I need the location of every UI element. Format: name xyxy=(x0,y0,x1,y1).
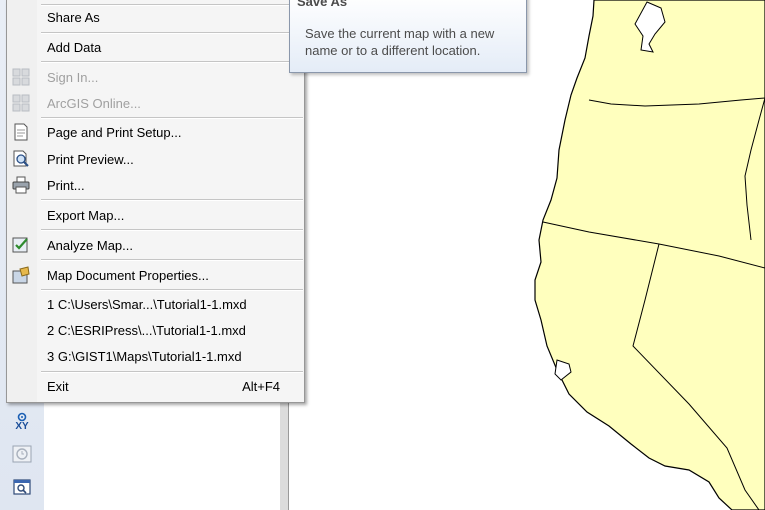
menu-item-label: Share As xyxy=(47,9,100,25)
menu-separator xyxy=(41,371,303,373)
menu-item-label: 2 C:\ESRIPress\...\Tutorial1-1.mxd xyxy=(47,322,246,338)
menu-item-label: Map Document Properties... xyxy=(47,267,209,283)
go-to-xy-button[interactable]: XY xyxy=(10,410,34,434)
tooltip-title: Save As xyxy=(297,0,348,9)
west-coast-map xyxy=(534,0,765,510)
menu-item-label: Page and Print Setup... xyxy=(47,124,182,140)
menu-item-page-print-setup[interactable]: Page and Print Setup... xyxy=(7,120,304,144)
print-preview-icon xyxy=(11,149,31,169)
grid-icon xyxy=(11,67,31,87)
menu-item-export-map[interactable]: Export Map... xyxy=(7,203,304,227)
page-setup-icon xyxy=(11,122,31,142)
printer-icon xyxy=(11,175,31,195)
zoom-window-button[interactable] xyxy=(10,476,34,500)
menu-item-label: 3 G:\GIST1\Maps\Tutorial1-1.mxd xyxy=(47,348,242,364)
time-slider-button[interactable] xyxy=(10,442,34,466)
menu-item-analyze-map[interactable]: Analyze Map... xyxy=(7,233,304,257)
menu-item-label: Print Preview... xyxy=(47,151,134,167)
menu-item-recent-file-2[interactable]: 2 C:\ESRIPress\...\Tutorial1-1.mxd xyxy=(7,318,304,342)
menu-item-add-data[interactable]: Add Data xyxy=(7,35,304,59)
menu-item-label: Add Data xyxy=(47,39,102,55)
menu-item-map-document-properties[interactable]: Map Document Properties... xyxy=(7,263,304,287)
tooltip-body: Save the current map with a new name or … xyxy=(305,26,495,58)
menu-item-label: Export Map... xyxy=(47,207,125,223)
menu-item-label: Print... xyxy=(47,177,85,193)
menu-separator xyxy=(41,229,303,231)
menu-item-share-as[interactable]: Share As xyxy=(7,5,304,29)
menu-separator xyxy=(41,61,303,63)
menu-separator xyxy=(41,199,303,201)
menu-separator xyxy=(41,117,303,119)
menu-item-recent-file-1[interactable]: 1 C:\Users\Smar...\Tutorial1-1.mxd xyxy=(7,292,304,316)
zoom-window-icon xyxy=(13,479,31,495)
menu-item-arcgis-online[interactable]: ArcGIS Online... xyxy=(7,91,304,115)
menu-item-label: 1 C:\Users\Smar...\Tutorial1-1.mxd xyxy=(47,296,247,312)
menu-item-print[interactable]: Print... xyxy=(7,173,304,197)
xy-label: XY xyxy=(15,421,29,432)
menu-separator xyxy=(41,32,303,34)
analyze-icon xyxy=(11,235,31,255)
menu-item-recent-file-3[interactable]: 3 G:\GIST1\Maps\Tutorial1-1.mxd xyxy=(7,344,304,368)
grid-icon xyxy=(11,93,31,113)
save-as-tooltip: Save As Save the current map with a new … xyxy=(289,0,527,73)
menu-separator xyxy=(41,259,303,261)
properties-icon xyxy=(11,265,31,285)
file-menu: Share As Add Data Sign In... ArcGIS Onli… xyxy=(6,0,305,403)
menu-item-print-preview[interactable]: Print Preview... xyxy=(7,147,304,171)
menu-item-label: Exit xyxy=(47,378,69,394)
menu-item-label: Analyze Map... xyxy=(47,237,133,253)
menu-item-label: Sign In... xyxy=(47,69,99,85)
menu-item-shortcut: Alt+F4 xyxy=(242,378,280,394)
menu-item-sign-in[interactable]: Sign In... xyxy=(7,65,304,89)
menu-item-exit[interactable]: Exit Alt+F4 xyxy=(7,374,304,398)
time-slider-icon xyxy=(12,445,32,463)
map-display[interactable] xyxy=(289,0,765,510)
menu-separator xyxy=(41,289,303,291)
menu-item-label: ArcGIS Online... xyxy=(47,95,141,111)
land-polygon xyxy=(534,0,765,510)
